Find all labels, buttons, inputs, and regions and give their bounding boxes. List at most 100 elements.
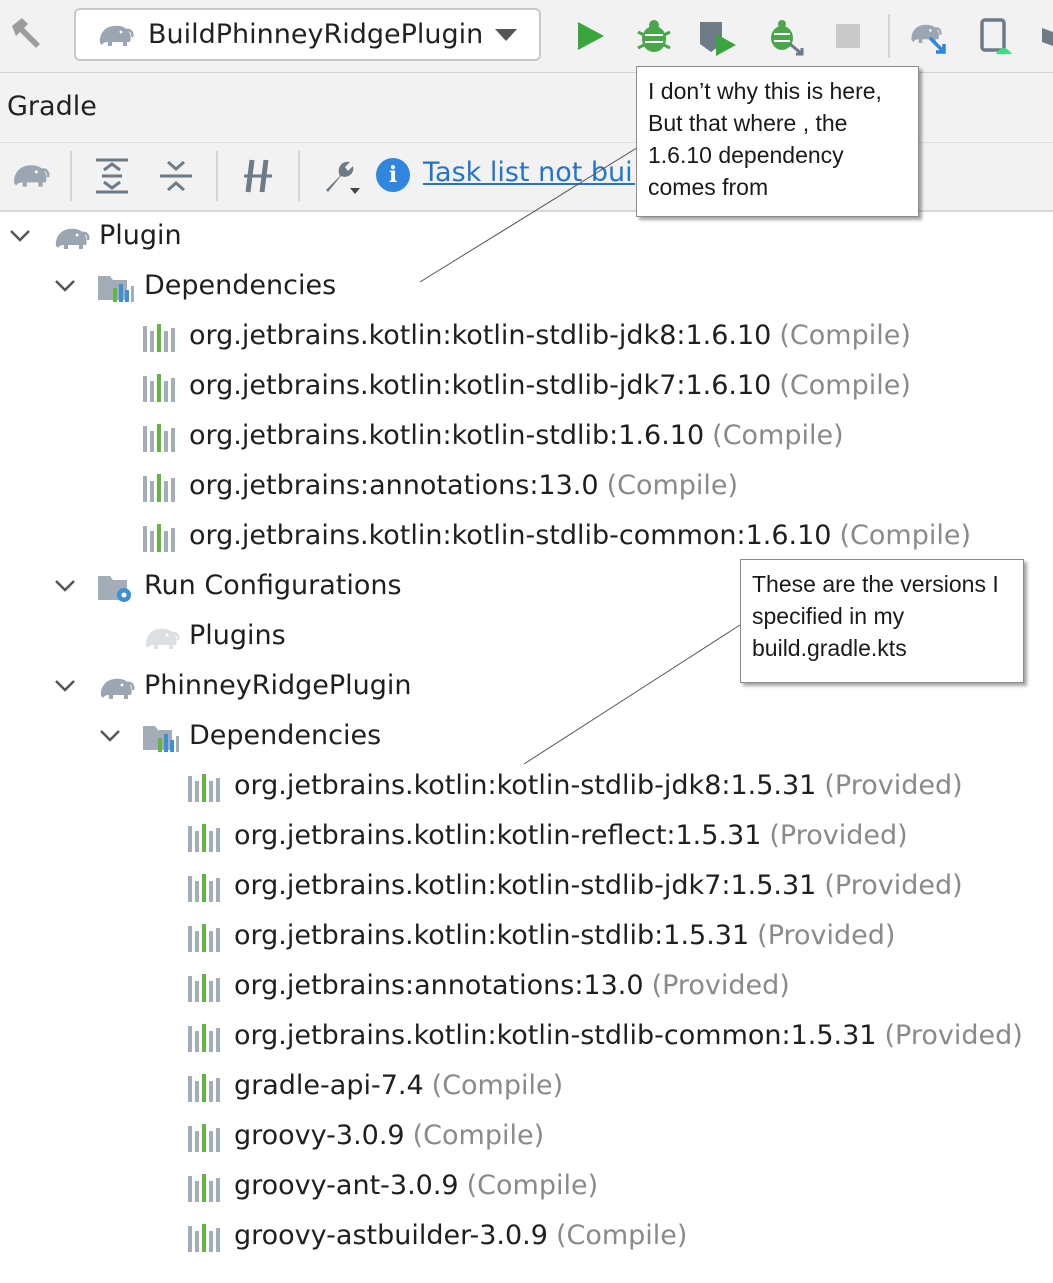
tree-row-text: Plugins [189, 620, 286, 651]
tree-row[interactable]: org.jetbrains.kotlin:kotlin-stdlib:1.6.1… [0, 414, 1053, 464]
tree-row-text: Run Configurations [144, 570, 402, 601]
library-icon [142, 372, 180, 404]
tree-row-label: org.jetbrains.kotlin:kotlin-stdlib-jdk8:… [234, 770, 817, 801]
tree-row-label: Plugin [99, 220, 182, 251]
callout-line: I don’t why this is here, [648, 78, 882, 104]
tree-row-text: org.jetbrains.kotlin:kotlin-stdlib-commo… [234, 1020, 1023, 1051]
tree-row[interactable]: org.jetbrains.kotlin:kotlin-stdlib-commo… [0, 514, 1053, 564]
tree-row-label: org.jetbrains.kotlin:kotlin-reflect:1.5.… [234, 820, 762, 851]
dependency-scope: (Compile) [431, 1070, 564, 1101]
tree-row-text: Dependencies [189, 720, 381, 751]
tree-row-text: org.jetbrains.kotlin:kotlin-stdlib-jdk8:… [189, 320, 911, 351]
gradle-task-icon [142, 622, 180, 654]
tree-row-text: org.jetbrains.kotlin:kotlin-stdlib:1.6.1… [189, 420, 844, 451]
callout-line: comes from [648, 174, 769, 200]
reload-gradle-icon[interactable] [8, 154, 52, 198]
tree-row-label: gradle-api-7.4 [234, 1070, 424, 1101]
dependency-scope: (Compile) [606, 470, 739, 501]
tree-row[interactable]: Dependencies [0, 264, 1053, 314]
tree-row-text: org.jetbrains.kotlin:kotlin-stdlib-jdk7:… [189, 370, 911, 401]
coverage-icon[interactable] [698, 14, 738, 58]
attach-debugger-icon[interactable] [766, 14, 806, 58]
panel-title: Gradle [7, 91, 97, 122]
dependency-scope: (Provided) [884, 1020, 1023, 1051]
tree-row-text: org.jetbrains.kotlin:kotlin-stdlib-jdk7:… [234, 870, 963, 901]
build-settings-wrench-icon[interactable] [318, 154, 362, 198]
library-icon [142, 422, 180, 454]
chevron-down-icon[interactable] [98, 728, 122, 744]
library-icon [187, 1222, 225, 1254]
library-icon [187, 1022, 225, 1054]
tree-row-text: org.jetbrains.kotlin:kotlin-reflect:1.5.… [234, 820, 908, 851]
chevron-down-icon[interactable] [53, 678, 77, 694]
tree-row-text: groovy-3.0.9 (Compile) [234, 1120, 544, 1151]
run-configuration-selector[interactable]: BuildPhinneyRidgePlugin [74, 8, 541, 61]
tree-row-label: Dependencies [189, 720, 382, 751]
tree-row[interactable]: org.jetbrains.kotlin:kotlin-stdlib-jdk7:… [0, 364, 1053, 414]
tree-row[interactable]: org.jetbrains.kotlin:kotlin-stdlib-jdk8:… [0, 314, 1053, 364]
tree-row[interactable]: org.jetbrains.kotlin:kotlin-stdlib:1.5.3… [0, 914, 1053, 964]
tree-row[interactable]: groovy-ant-3.0.9 (Compile) [0, 1164, 1053, 1214]
tree-row-text: groovy-ant-3.0.9 (Compile) [234, 1170, 598, 1201]
chevron-down-icon[interactable] [8, 228, 32, 244]
dependency-scope: (Compile) [779, 320, 911, 351]
tree-row[interactable]: org.jetbrains:annotations:13.0 (Provided) [0, 964, 1053, 1014]
dependency-scope: (Provided) [824, 770, 963, 801]
dependency-scope: (Provided) [757, 920, 896, 951]
gradle-sync-icon[interactable] [908, 14, 948, 58]
tree-row[interactable]: org.jetbrains.kotlin:kotlin-stdlib-jdk8:… [0, 764, 1053, 814]
dependency-scope: (Compile) [839, 520, 972, 551]
tree-row[interactable]: Plugin [0, 214, 1053, 264]
toolbar-separator [888, 14, 890, 58]
chevron-down-icon [495, 29, 517, 41]
library-icon [187, 972, 225, 1004]
gradle-elephant-icon [96, 21, 134, 49]
tree-row-label: org.jetbrains.kotlin:kotlin-stdlib-jdk7:… [189, 370, 772, 401]
dependencies-folder-icon [142, 722, 180, 754]
tree-row-label: org.jetbrains.kotlin:kotlin-stdlib:1.6.1… [189, 420, 705, 451]
toggle-offline-icon[interactable] [236, 154, 280, 198]
tree-row[interactable]: Dependencies [0, 714, 1053, 764]
expand-all-icon[interactable] [90, 154, 134, 198]
dependency-scope: (Compile) [412, 1120, 545, 1151]
tree-row[interactable]: groovy-3.0.9 (Compile) [0, 1114, 1053, 1164]
toolbar-separator [298, 151, 300, 201]
dependency-scope: (Provided) [769, 820, 908, 851]
chevron-down-icon[interactable] [53, 578, 77, 594]
tree-row-label: groovy-astbuilder-3.0.9 [234, 1220, 548, 1251]
dependency-scope: (Compile) [555, 1220, 688, 1251]
device-manager-icon[interactable] [978, 14, 1018, 58]
tree-row-text: org.jetbrains:annotations:13.0 (Compile) [189, 470, 738, 501]
tree-row[interactable]: org.jetbrains.kotlin:kotlin-stdlib-commo… [0, 1014, 1053, 1064]
tree-row-label: PhinneyRidgePlugin [144, 670, 412, 701]
tree-row-label: org.jetbrains:annotations:13.0 [189, 470, 599, 501]
tree-row-label: Dependencies [144, 270, 337, 301]
stop-icon[interactable] [830, 14, 870, 58]
callout-line: specified in my [752, 603, 905, 629]
tree-row-text: gradle-api-7.4 (Compile) [234, 1070, 563, 1101]
tree-row-label: groovy-ant-3.0.9 [234, 1170, 459, 1201]
gradle-elephant-icon [97, 672, 135, 704]
tree-row-text: org.jetbrains:annotations:13.0 (Provided) [234, 970, 790, 1001]
tree-row[interactable]: org.jetbrains:annotations:13.0 (Compile) [0, 464, 1053, 514]
chevron-down-icon[interactable] [53, 278, 77, 294]
info-icon: i [376, 158, 410, 192]
tree-row-label: org.jetbrains:annotations:13.0 [234, 970, 644, 1001]
dependency-scope: (Compile) [466, 1170, 599, 1201]
tree-row-text: org.jetbrains.kotlin:kotlin-stdlib-jdk8:… [234, 770, 963, 801]
toolbar-separator [216, 151, 218, 201]
collapse-all-icon[interactable] [154, 154, 198, 198]
library-icon [142, 522, 180, 554]
build-icon[interactable] [6, 14, 46, 54]
tree-row[interactable]: org.jetbrains.kotlin:kotlin-stdlib-jdk7:… [0, 864, 1053, 914]
tree-row[interactable]: org.jetbrains.kotlin:kotlin-reflect:1.5.… [0, 814, 1053, 864]
more-actions-icon[interactable] [1038, 14, 1053, 58]
task-list-link[interactable]: Task list not buil [423, 157, 635, 188]
tree-row[interactable]: gradle-api-7.4 (Compile) [0, 1064, 1053, 1114]
debug-icon[interactable] [634, 14, 674, 58]
library-icon [187, 1122, 225, 1154]
tree-row[interactable]: groovy-astbuilder-3.0.9 (Compile) [0, 1214, 1053, 1264]
callout-line: 1.6.10 dependency [648, 142, 844, 168]
library-icon [187, 822, 225, 854]
run-icon[interactable] [570, 14, 610, 58]
